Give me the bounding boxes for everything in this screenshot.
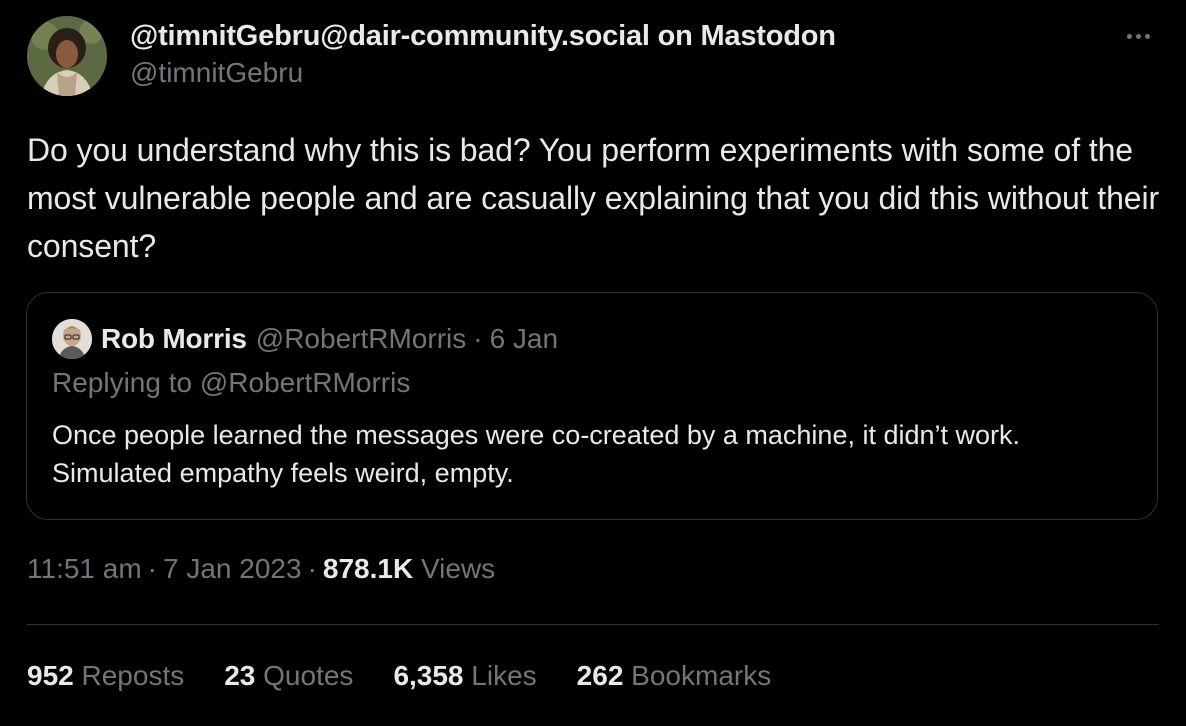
stat-likes[interactable]: 6,358 Likes: [393, 660, 536, 692]
stat-bookmarks[interactable]: 262 Bookmarks: [577, 660, 772, 692]
stat-label: Quotes: [263, 660, 354, 691]
author-display-name[interactable]: @timnitGebru@dair-community.social on Ma…: [130, 18, 836, 54]
quoted-tweet[interactable]: Rob Morris @RobertRMorris · 6 Jan Replyi…: [26, 292, 1158, 520]
quote-author-avatar: [52, 319, 92, 359]
stat-count: 262: [576, 660, 624, 691]
quote-author-handle: @RobertRMorris: [255, 323, 467, 354]
stat-count: 952: [27, 660, 74, 691]
stat-count: 23: [224, 660, 256, 691]
more-dot: [1135, 33, 1141, 39]
stat-count: 6,358: [393, 660, 464, 691]
quote-date: 6 Jan: [489, 323, 559, 354]
stat-quotes[interactable]: 23 Quotes: [224, 660, 353, 692]
author-handle[interactable]: @timnitGebru: [130, 54, 836, 92]
stat-label: Bookmarks: [631, 660, 772, 691]
tweet-card: @timnitGebru@dair-community.social on Ma…: [0, 0, 1186, 726]
tweet-meta: 11:51 am · 7 Jan 2023 · 878.1K Views: [27, 553, 495, 585]
divider: [27, 624, 1159, 625]
author-block: @timnitGebru@dair-community.social on Ma…: [130, 18, 836, 92]
tweet-text: Do you understand why this is bad? You p…: [27, 132, 1160, 264]
stat-label: Likes: [471, 660, 537, 691]
quote-header: Rob Morris @RobertRMorris · 6 Jan: [52, 319, 558, 359]
author-avatar[interactable]: [27, 16, 107, 96]
quote-author-name: Rob Morris: [101, 323, 247, 354]
quote-replying-to: Replying to @RobertRMorris: [52, 367, 411, 398]
more-dot: [1144, 33, 1150, 39]
quote-separator: ·: [473, 323, 483, 354]
meta-separator: ·: [307, 553, 317, 584]
more-horizontal-icon[interactable]: [1120, 22, 1156, 50]
more-dot: [1126, 33, 1132, 39]
stat-label: Reposts: [81, 660, 185, 691]
views-count: 878.1K: [322, 553, 414, 584]
stat-reposts[interactable]: 952 Reposts: [27, 660, 184, 692]
meta-separator: ·: [147, 553, 157, 584]
quote-text: Once people learned the messages were co…: [52, 420, 1021, 488]
tweet-time[interactable]: 11:51 am: [27, 553, 142, 584]
engagement-stats: 952 Reposts 23 Quotes 6,358 Likes 262 Bo…: [27, 660, 771, 692]
tweet-date[interactable]: 7 Jan 2023: [163, 553, 302, 584]
views-label: Views: [420, 553, 496, 584]
